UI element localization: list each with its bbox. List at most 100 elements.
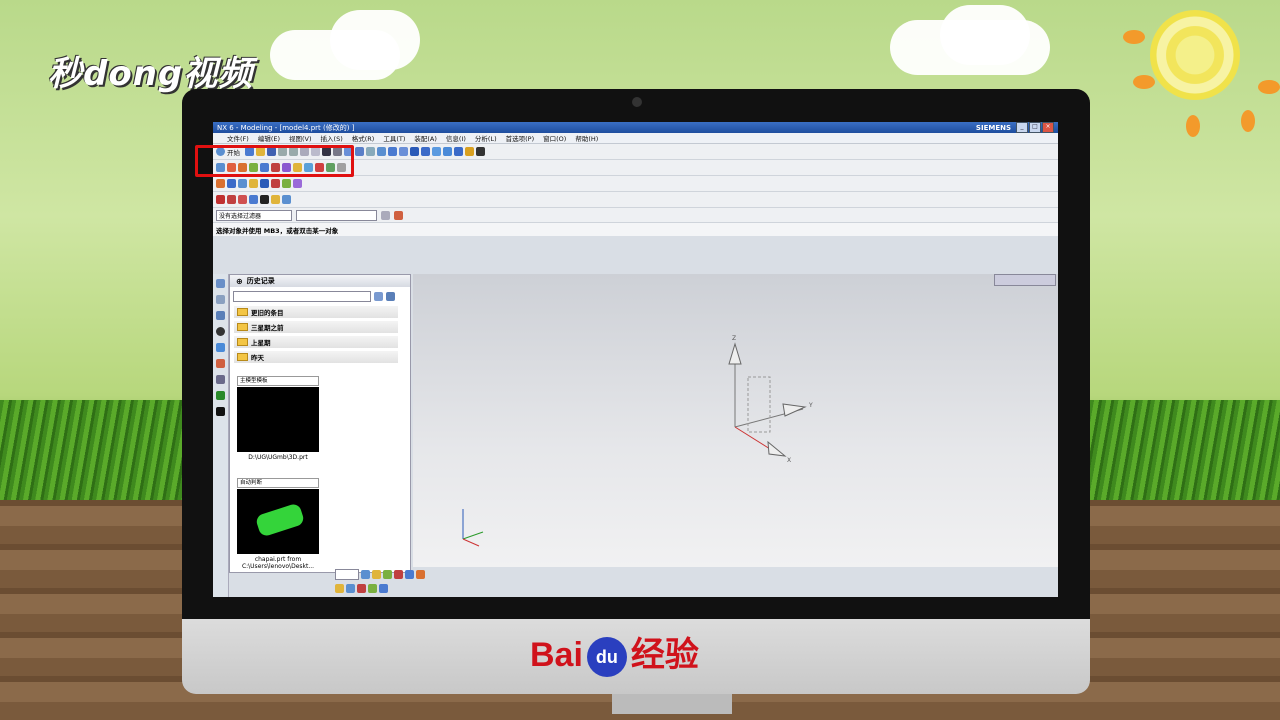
assembly-nav-icon[interactable] xyxy=(216,279,225,288)
bottom-toolbars xyxy=(333,567,1058,597)
bottom-tool-icon[interactable] xyxy=(346,583,355,593)
bottom-tool-icon[interactable] xyxy=(361,569,370,579)
menu-file[interactable]: 文件(F) xyxy=(227,133,249,143)
pin-icon[interactable]: ⊕ xyxy=(236,277,243,286)
history-group[interactable]: 上星期 xyxy=(234,336,398,348)
polygon-icon[interactable] xyxy=(271,195,280,204)
tool-icon[interactable] xyxy=(366,147,375,156)
history-toolbar xyxy=(233,291,407,302)
bottom-tool-icon[interactable] xyxy=(379,583,388,593)
curve-icon[interactable] xyxy=(260,179,269,188)
spline-icon[interactable] xyxy=(249,195,258,204)
history-group[interactable]: 三星期之前 xyxy=(234,321,398,333)
line-icon[interactable] xyxy=(216,195,225,204)
part-nav-icon[interactable] xyxy=(216,295,225,304)
color-dropdown[interactable] xyxy=(335,568,359,580)
history-icon[interactable] xyxy=(216,327,225,336)
baidu-logo: Bai du 经验 xyxy=(530,627,699,678)
plane-icon[interactable] xyxy=(238,179,247,188)
history-group[interactable]: 更旧的条目 xyxy=(234,306,398,318)
arc-icon[interactable] xyxy=(227,195,236,204)
siemens-brand: SIEMENS xyxy=(975,123,1011,132)
bottom-tool-icon[interactable] xyxy=(383,569,392,579)
refresh-icon[interactable] xyxy=(374,292,383,301)
history-group-label: 三星期之前 xyxy=(251,324,284,332)
minimize-button[interactable]: _ xyxy=(1016,122,1028,133)
menu-analysis[interactable]: 分析(L) xyxy=(475,133,497,143)
camera-icon xyxy=(632,97,642,107)
bottom-tool-icon[interactable] xyxy=(394,569,403,579)
snap-icon[interactable] xyxy=(381,210,390,220)
menu-info[interactable]: 信息(I) xyxy=(446,133,466,143)
snap-point-icon[interactable] xyxy=(394,210,403,220)
pan-icon[interactable] xyxy=(421,147,430,156)
csys-icon[interactable] xyxy=(249,179,258,188)
menu-window[interactable]: 窗口(O) xyxy=(543,133,566,143)
bottom-tool-icon[interactable] xyxy=(372,569,381,579)
bottom-tool-icon[interactable] xyxy=(368,583,377,593)
circle-icon[interactable] xyxy=(238,195,247,204)
cube-icon[interactable] xyxy=(432,147,441,156)
helix-icon[interactable] xyxy=(282,195,291,204)
close-button[interactable]: × xyxy=(1042,122,1054,133)
datum-icon[interactable] xyxy=(216,179,225,188)
cloud xyxy=(330,10,420,70)
watermark-logo: 秒dong视频 xyxy=(48,54,254,94)
bottom-tool-icon[interactable] xyxy=(357,583,366,593)
bottom-tool-icon[interactable] xyxy=(416,569,425,579)
monitor-chin: Bai du 经验 xyxy=(182,619,1090,694)
graphics-window[interactable]: Z Y X xyxy=(413,274,1058,567)
bottom-tool-icon[interactable] xyxy=(405,569,414,579)
mirror-icon[interactable] xyxy=(293,179,302,188)
text-icon[interactable] xyxy=(260,195,269,204)
zoom-icon[interactable] xyxy=(399,147,408,156)
palette-icon[interactable] xyxy=(216,359,225,368)
maximize-button[interactable]: □ xyxy=(1029,122,1041,133)
view-mode-icon[interactable] xyxy=(386,292,395,301)
point-icon[interactable] xyxy=(227,179,236,188)
part-preview xyxy=(237,387,319,452)
history-filter-dropdown[interactable] xyxy=(233,291,371,302)
reuse-library-icon[interactable] xyxy=(216,311,225,320)
trim-icon[interactable] xyxy=(271,179,280,188)
view-icon[interactable] xyxy=(377,147,386,156)
offset-icon[interactable] xyxy=(282,179,291,188)
roles-icon[interactable] xyxy=(216,375,225,384)
menu-edit[interactable]: 编辑(E) xyxy=(258,133,280,143)
selection-filter-dropdown[interactable]: 没有选择过滤器 xyxy=(216,209,292,221)
history-group[interactable]: 昨天 xyxy=(234,351,398,363)
folder-icon xyxy=(237,338,248,346)
sun-ray xyxy=(1258,80,1280,94)
menu-format[interactable]: 格式(R) xyxy=(352,133,375,143)
menu-assembly[interactable]: 装配(A) xyxy=(414,133,437,143)
select-icon[interactable] xyxy=(355,147,364,156)
wireframe-icon[interactable] xyxy=(454,147,463,156)
selection-bar: 没有选择过滤器 xyxy=(213,208,1058,223)
history-group-label: 更旧的条目 xyxy=(251,309,284,317)
render-icon[interactable] xyxy=(465,147,474,156)
system-materials-icon[interactable] xyxy=(216,391,225,400)
grass xyxy=(0,400,190,510)
menu-help[interactable]: 帮助(H) xyxy=(575,133,598,143)
folder-open-icon xyxy=(237,353,248,361)
web-browser-icon[interactable] xyxy=(216,343,225,352)
history-item[interactable]: 自动判断 chapai.prt from C:\Users\lenovo\Des… xyxy=(237,478,319,570)
shaded-icon[interactable] xyxy=(443,147,452,156)
rotate-icon[interactable] xyxy=(410,147,419,156)
menu-tools[interactable]: 工具(T) xyxy=(383,133,405,143)
menu-bar: 文件(F) 编辑(E) 视图(V) 插入(S) 格式(R) 工具(T) 装配(A… xyxy=(213,133,1058,144)
template-dropdown[interactable]: 自动判断 xyxy=(237,478,319,488)
x-axis-label: X xyxy=(787,457,791,464)
view-scrollbar[interactable] xyxy=(994,274,1056,286)
fit-icon[interactable] xyxy=(388,147,397,156)
scene-icon[interactable] xyxy=(216,407,225,416)
template-dropdown[interactable]: 主模型模板 xyxy=(237,376,319,386)
selection-scope-dropdown[interactable] xyxy=(296,209,377,221)
z-axis-label: Z xyxy=(732,335,736,342)
menu-view[interactable]: 视图(V) xyxy=(289,133,312,143)
menu-preferences[interactable]: 首选项(P) xyxy=(506,133,535,143)
menu-insert[interactable]: 插入(S) xyxy=(321,133,343,143)
bottom-tool-icon[interactable] xyxy=(335,583,344,593)
layer-icon[interactable] xyxy=(476,147,485,156)
history-item[interactable]: 主模型模板 D:\UG\UGmb\3D.prt xyxy=(237,376,319,461)
